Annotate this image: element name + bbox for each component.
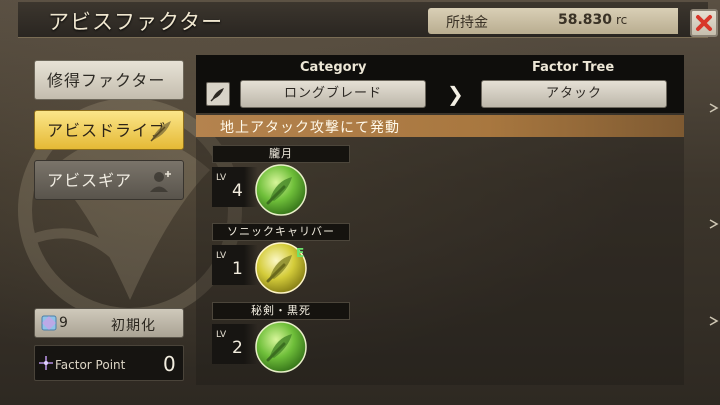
crosshair-icon — [39, 356, 53, 370]
skill-node[interactable]: ソニックキャリバー LV 1 — [212, 223, 352, 294]
money-label: 所持金 — [446, 15, 488, 31]
money-unit: rc — [616, 13, 628, 27]
scroll-arrow-icon — [709, 219, 719, 229]
skill-name: 秘剣・黒死 — [212, 302, 350, 320]
menu-abyss-gear-button[interactable]: アビスギア — [34, 160, 184, 200]
close-button[interactable] — [690, 9, 718, 37]
reset-button[interactable]: 9 初期化 — [34, 308, 184, 338]
page-title: アビスファクター — [48, 10, 224, 34]
feather-icon — [150, 121, 171, 142]
header-bar: アビスファクター 所持金 58.830 rc — [18, 2, 718, 38]
factor-tree-select-button[interactable]: アタック — [481, 80, 667, 108]
skill-level: LV 4 — [212, 167, 258, 207]
factor-point-value: 0 — [163, 352, 176, 376]
category-selector-bar: Category Factor Tree ロングブレード ❯ アタック — [196, 55, 684, 113]
reset-count: 9 — [59, 315, 68, 331]
menu-acquired-factor-button[interactable]: 修得ファクター — [34, 60, 184, 100]
factor-tree-header: Factor Tree — [532, 60, 615, 75]
skill-node[interactable]: 朧月 LV 4 — [212, 145, 352, 217]
close-icon — [696, 15, 712, 31]
money-value: 58.830 — [558, 12, 613, 28]
menu-item-label: 修得ファクター — [47, 71, 166, 90]
gem-icon — [41, 315, 57, 331]
level-label: LV — [216, 330, 227, 340]
trigger-description: 地上アタック攻撃にて発動 — [220, 120, 400, 136]
equipped-badge: E — [296, 246, 305, 260]
level-label: LV — [216, 173, 227, 183]
reset-label: 初期化 — [111, 318, 156, 334]
level-value: 1 — [232, 259, 243, 279]
scroll-arrow-icon — [709, 103, 719, 113]
factor-point-display: Factor Point 0 — [34, 345, 184, 381]
menu-abyss-drive-button[interactable]: アビスドライブ — [34, 110, 184, 150]
level-value: 2 — [232, 338, 243, 358]
person-plus-icon — [150, 171, 171, 192]
menu-item-label: アビスギア — [47, 171, 133, 190]
game-screen: アビスファクター 所持金 58.830 rc 修得ファクター アビスドライブ ア… — [0, 0, 720, 405]
skill-name: 朧月 — [212, 145, 350, 163]
level-value: 4 — [232, 181, 243, 201]
sword-leaf-icon[interactable] — [254, 320, 308, 374]
quill-icon — [210, 88, 224, 102]
skill-level: LV 1 — [212, 245, 258, 285]
trigger-description-bar: 地上アタック攻撃にて発動 — [196, 115, 684, 137]
scroll-arrow-icon — [709, 316, 719, 326]
skill-level: LV 2 — [212, 324, 258, 364]
filter-button[interactable] — [206, 82, 230, 106]
category-select-button[interactable]: ロングブレード — [240, 80, 426, 108]
skill-name: ソニックキャリバー — [212, 223, 350, 241]
chevron-right-icon: ❯ — [447, 82, 464, 106]
money-display: 所持金 58.830 rc — [428, 8, 678, 34]
level-label: LV — [216, 251, 227, 261]
category-header: Category — [300, 60, 367, 75]
sword-leaf-icon[interactable] — [254, 163, 308, 217]
skill-node[interactable]: 秘剣・黒死 LV 2 — [212, 302, 352, 374]
factor-point-label: Factor Point — [55, 358, 126, 372]
